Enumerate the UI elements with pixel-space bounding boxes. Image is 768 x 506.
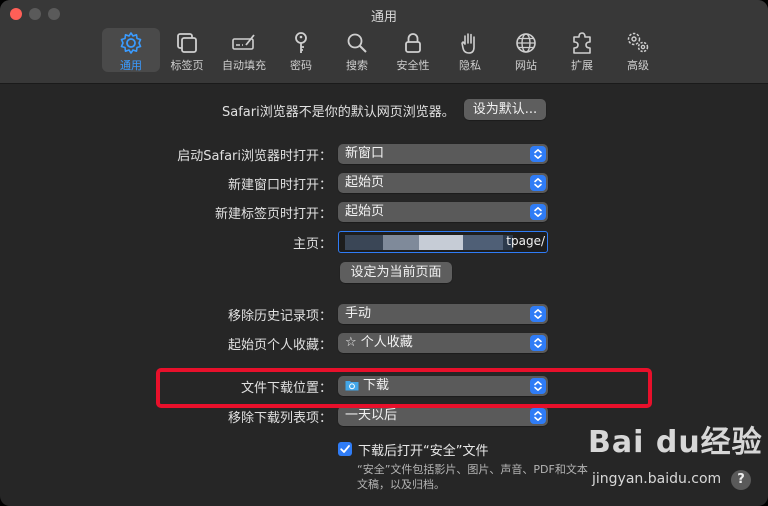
window-title: 通用 <box>370 10 397 25</box>
lock-icon <box>405 33 421 53</box>
tab-advanced[interactable]: 高级 <box>609 28 667 72</box>
tab-autofill[interactable]: 自动填充 <box>215 28 273 72</box>
tab-general-label: 通用 <box>120 59 142 72</box>
safe-files-note: “安全”文件包括影片、图片、声音、PDF和文本文稿，以及归档。 <box>357 463 588 491</box>
tab-security-label: 安全性 <box>396 59 430 72</box>
general-pane: Safari浏览器不是你的默认网页浏览器。 设为默认... 启动Safari浏览… <box>0 85 768 506</box>
redacted-area <box>463 235 503 250</box>
tab-search[interactable]: 搜索 <box>328 28 386 72</box>
tab-websites[interactable]: 网站 <box>497 28 555 72</box>
remove-history-label: 移除历史记录项： <box>227 309 332 324</box>
tab-security[interactable]: 安全性 <box>384 28 442 72</box>
tab-websites-label: 网站 <box>515 59 537 72</box>
chevron-updown-icon <box>530 175 546 191</box>
tab-general[interactable]: 通用 <box>102 28 160 72</box>
remove-downloads-value: 一天以后 <box>345 408 398 423</box>
redacted-area <box>419 235 463 250</box>
open-with-value: 新窗口 <box>345 146 385 161</box>
redacted-area <box>345 235 383 250</box>
remove-downloads-popup[interactable]: 一天以后 <box>338 406 548 426</box>
open-with-label: 启动Safari浏览器时打开： <box>177 149 332 164</box>
tab-extensions-label: 扩展 <box>571 59 593 72</box>
tab-extensions[interactable]: 扩展 <box>553 28 611 72</box>
folder-icon <box>345 381 359 391</box>
new-tab-label: 新建标签页时打开： <box>214 207 332 222</box>
key-icon <box>295 32 307 53</box>
default-browser-text: Safari浏览器不是你的默认网页浏览器。 <box>222 105 455 120</box>
tab-autofill-label: 自动填充 <box>222 59 266 72</box>
open-with-popup[interactable]: 新窗口 <box>338 144 548 164</box>
set-default-button[interactable]: 设为默认... <box>464 99 546 120</box>
gears-icon <box>627 32 649 53</box>
new-window-value: 起始页 <box>345 175 385 190</box>
favorites-label: 起始页个人收藏： <box>227 338 332 353</box>
new-tab-value: 起始页 <box>345 204 385 219</box>
tabs-icon <box>177 33 197 53</box>
download-location-label: 文件下载位置： <box>240 381 332 396</box>
new-window-label: 新建窗口时打开： <box>227 178 332 193</box>
chevron-updown-icon <box>530 146 546 162</box>
search-icon <box>347 33 367 53</box>
chevron-updown-icon <box>530 335 546 351</box>
remove-history-value: 手动 <box>345 306 372 321</box>
chevron-updown-icon <box>530 378 546 394</box>
tab-privacy[interactable]: 隐私 <box>441 28 499 72</box>
hand-icon <box>461 33 475 54</box>
open-safe-files-checkbox[interactable] <box>338 442 352 456</box>
set-current-page-button[interactable]: 设定为当前页面 <box>340 262 452 283</box>
homepage-input[interactable]: tpage/ <box>338 231 548 253</box>
tab-advanced-label: 高级 <box>627 59 649 72</box>
gear-icon <box>120 32 142 54</box>
remove-history-popup[interactable]: 手动 <box>338 304 548 324</box>
chevron-updown-icon <box>530 408 546 424</box>
favorites-popup[interactable]: ☆ 个人收藏 <box>338 333 548 353</box>
favorites-value: ☆ 个人收藏 <box>345 335 413 350</box>
new-window-popup[interactable]: 起始页 <box>338 173 548 193</box>
tab-passwords-label: 密码 <box>290 59 312 72</box>
toolbar: 通用 通用 标签页 自动填充 密码 搜索 安全性 隐私 网站 扩展 高级 <box>0 0 768 84</box>
globe-icon <box>516 33 536 53</box>
tab-search-label: 搜索 <box>346 59 368 72</box>
watermark-logo: Bai du经验 <box>588 425 763 460</box>
remove-downloads-label: 移除下载列表项： <box>227 411 332 426</box>
chevron-updown-icon <box>530 306 546 322</box>
tab-privacy-label: 隐私 <box>459 59 481 72</box>
preferences-window: 通用 通用 标签页 自动填充 密码 搜索 安全性 隐私 网站 扩展 高级 Saf… <box>0 0 768 506</box>
tab-tabs[interactable]: 标签页 <box>158 28 216 72</box>
homepage-label: 主页： <box>292 237 332 252</box>
help-button[interactable]: ? <box>731 470 751 490</box>
watermark-url: jingyan.baidu.com <box>592 471 722 487</box>
checkmark-icon <box>340 445 350 453</box>
autofill-icon <box>232 34 255 50</box>
open-safe-files-label: 下载后打开“安全”文件 <box>358 444 489 459</box>
redacted-area <box>383 235 419 250</box>
new-tab-popup[interactable]: 起始页 <box>338 202 548 222</box>
puzzle-icon <box>573 32 591 54</box>
download-location-popup[interactable]: 下载 <box>338 376 548 396</box>
tab-tabs-label: 标签页 <box>170 59 204 72</box>
homepage-value: tpage/ <box>506 234 545 248</box>
tab-passwords[interactable]: 密码 <box>272 28 330 72</box>
download-location-value: 下载 <box>363 378 390 393</box>
chevron-updown-icon <box>530 204 546 220</box>
